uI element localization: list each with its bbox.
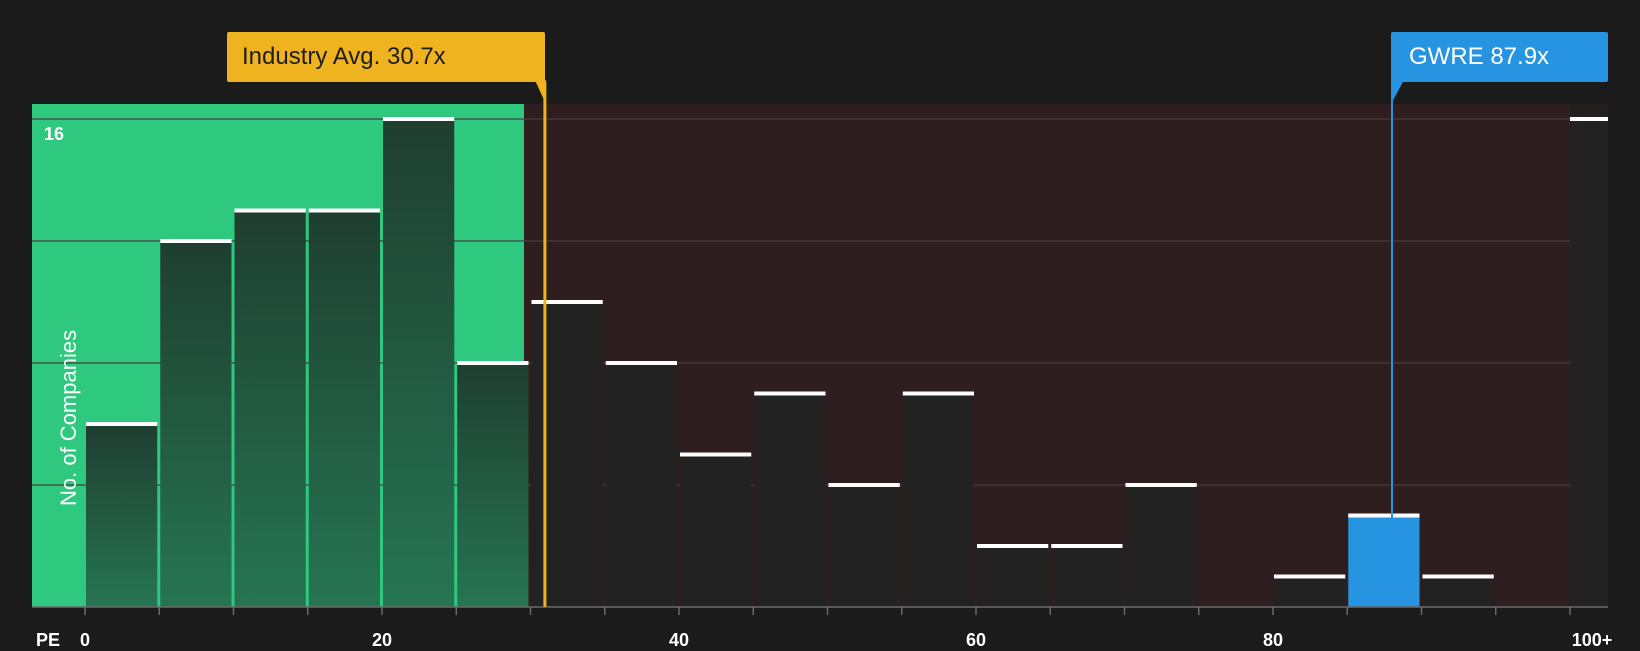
x-tick-label: 20 <box>371 630 393 650</box>
histogram-bar <box>828 485 900 607</box>
bar-cap <box>234 208 306 213</box>
histogram-bar <box>86 424 158 607</box>
bar-cap <box>1570 117 1608 121</box>
pe-histogram-chart <box>32 80 1609 615</box>
histogram-bar <box>680 454 752 607</box>
bar-cap <box>605 361 677 365</box>
histogram-bar <box>234 210 306 607</box>
bar-cap <box>1348 513 1420 518</box>
bar-cap <box>754 391 826 396</box>
histogram-bar <box>1422 576 1494 607</box>
bar-cap <box>1051 544 1123 548</box>
highlighted-bar <box>1348 515 1420 607</box>
bar-cap <box>383 117 455 121</box>
bar-cap <box>1125 483 1197 487</box>
company-callout-pointer <box>1391 80 1404 104</box>
histogram-bar <box>1570 119 1608 607</box>
bar-cap <box>680 452 752 457</box>
y-tick-label: 16 <box>44 124 65 144</box>
histogram-bar <box>1125 485 1197 607</box>
histogram-bar <box>754 393 826 607</box>
bar-cap <box>457 361 529 365</box>
company-pe-label: GWRE 87.9x <box>1391 32 1608 82</box>
x-axis-label: PE <box>36 630 61 650</box>
bar-cap <box>1274 574 1346 579</box>
histogram-bar <box>902 393 974 607</box>
x-tick-label: 80 <box>1262 630 1284 650</box>
histogram-bar <box>160 241 232 607</box>
bar-cap <box>308 208 380 213</box>
x-tick-label: 60 <box>965 630 987 650</box>
bar-cap <box>1422 574 1494 579</box>
histogram-bar <box>605 363 677 607</box>
x-tick-label: 0 <box>79 630 91 650</box>
y-axis-label: No. of Companies <box>56 329 81 506</box>
histogram-bar <box>1051 546 1123 607</box>
bar-cap <box>828 483 900 487</box>
bar-cap <box>531 300 603 304</box>
x-tick-label: 100+ <box>1571 630 1613 650</box>
histogram-bar <box>531 302 603 607</box>
bar-cap <box>902 391 974 396</box>
bar-cap <box>86 422 158 426</box>
histogram-bar <box>457 363 529 607</box>
bar-cap <box>160 239 232 243</box>
bar-cap <box>977 544 1049 548</box>
industry-average-label: Industry Avg. 30.7x <box>227 32 545 82</box>
histogram-bar <box>383 119 455 607</box>
x-tick-label: 40 <box>668 630 690 650</box>
histogram-bar <box>1274 576 1346 607</box>
histogram-bar <box>308 210 380 607</box>
histogram-bar <box>977 546 1049 607</box>
